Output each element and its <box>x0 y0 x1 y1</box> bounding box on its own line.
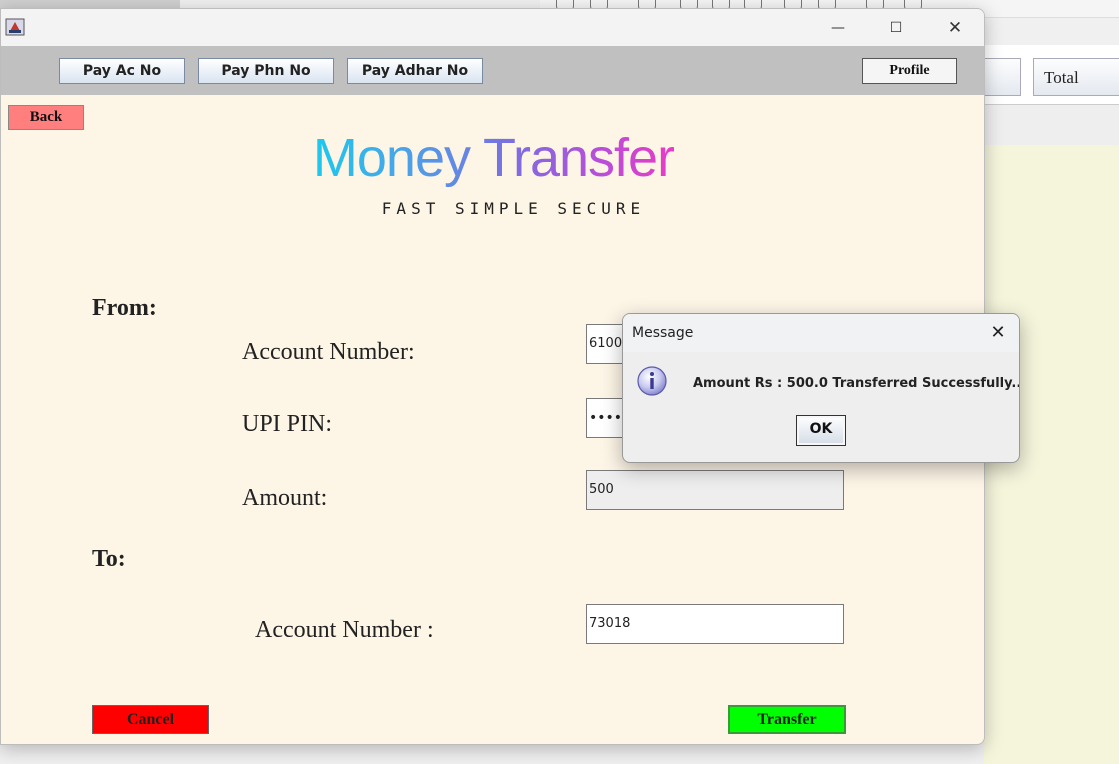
to-account-input[interactable]: 73018 <box>586 604 844 644</box>
to-section-label: To: <box>92 546 126 572</box>
logo-title-text: Money Transfer <box>312 128 675 188</box>
dialog-title: Message <box>632 325 694 341</box>
pay-phn-no-button[interactable]: Pay Phn No <box>198 58 334 84</box>
info-icon <box>637 366 667 396</box>
minimize-icon[interactable]: — <box>815 15 861 41</box>
upi-pin-label: UPI PIN: <box>242 411 333 437</box>
logo-title: Money Transfer <box>1 127 984 189</box>
dialog-close-icon[interactable]: ✕ <box>983 320 1013 346</box>
transfer-button[interactable]: Transfer <box>728 705 846 734</box>
window-titlebar[interactable]: — ☐ ✕ <box>1 9 984 46</box>
profile-button[interactable]: Profile <box>862 58 957 84</box>
java-app-icon <box>5 18 25 36</box>
pay-adhar-no-button[interactable]: Pay Adhar No <box>347 58 483 84</box>
background-strip <box>0 0 180 8</box>
dialog-message: Amount Rs : 500.0 Transferred Successful… <box>693 376 1020 391</box>
from-account-label: Account Number: <box>242 339 415 365</box>
background-bar <box>984 105 1119 145</box>
message-dialog: Message ✕ Amount Rs : 500.0 Transferred … <box>622 313 1020 463</box>
pay-ac-no-button[interactable]: Pay Ac No <box>59 58 185 84</box>
cancel-button[interactable]: Cancel <box>92 705 209 734</box>
background-total-button[interactable]: Total <box>1033 58 1119 96</box>
ok-button[interactable]: OK <box>796 415 846 446</box>
maximize-icon[interactable]: ☐ <box>873 15 919 41</box>
menu-bar: Pay Ac No Pay Phn No Pay Adhar No Profil… <box>1 46 984 95</box>
dialog-titlebar[interactable]: Message ✕ <box>623 314 1019 352</box>
to-account-label: Account Number : <box>255 617 434 643</box>
logo-tagline: FAST SIMPLE SECURE <box>381 199 646 218</box>
amount-input[interactable]: 500 <box>586 470 844 510</box>
close-icon[interactable]: ✕ <box>932 15 978 41</box>
amount-label: Amount: <box>242 485 328 511</box>
from-section-label: From: <box>92 295 157 321</box>
